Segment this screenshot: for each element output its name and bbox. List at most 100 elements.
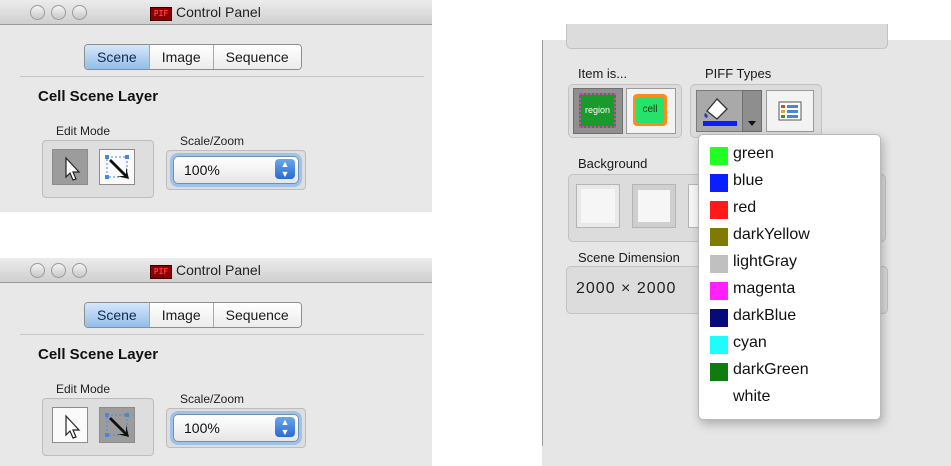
app-icon: PIF: [150, 265, 172, 279]
tab-scene[interactable]: Scene: [85, 45, 150, 69]
menu-item-label: lightGray: [733, 253, 798, 270]
scale-zoom-label: Scale/Zoom: [180, 392, 245, 406]
scale-zoom-group: 100% ▲ ▼: [166, 408, 306, 448]
divider: [20, 76, 424, 77]
title-bar: PIF Control Panel: [0, 258, 432, 283]
tab-image[interactable]: Image: [149, 303, 214, 327]
pointer-arrow-icon: [65, 414, 81, 439]
menu-item-dark-green[interactable]: darkGreen: [699, 357, 880, 384]
piff-color-menu: green blue red darkYellow lightGray mage…: [698, 134, 881, 420]
menu-item-blue[interactable]: blue: [699, 168, 880, 195]
region-icon: region: [579, 93, 616, 128]
divider: [20, 334, 424, 335]
tab-bar: Scene Image Sequence: [84, 302, 302, 328]
select-tool-button[interactable]: [52, 149, 88, 185]
app-icon: PIF: [150, 7, 172, 21]
menu-item-magenta[interactable]: magenta: [699, 276, 880, 303]
edit-mode-group: [42, 398, 154, 456]
window-title: Control Panel: [176, 4, 261, 20]
scene-dimensions-label: Scene Dimension: [578, 250, 680, 265]
scene-dimensions-value: 2000 × 2000: [576, 280, 677, 297]
top-group-box: [566, 24, 888, 49]
layer-title: Cell Scene Layer: [38, 346, 159, 363]
tab-image[interactable]: Image: [149, 45, 214, 69]
menu-item-green[interactable]: green: [699, 141, 880, 168]
stepper-arrows-icon[interactable]: ▲ ▼: [275, 417, 295, 437]
color-swatch: [710, 228, 728, 246]
cell-icon: cell: [633, 94, 667, 126]
background-label: Background: [578, 156, 648, 171]
close-window-button[interactable]: [30, 5, 45, 20]
window-title: Control Panel: [176, 262, 261, 278]
scale-zoom-select[interactable]: 100% ▲ ▼: [173, 156, 299, 184]
color-swatch: [710, 147, 728, 165]
title-bar: PIF Control Panel: [0, 0, 432, 25]
menu-item-white[interactable]: white: [699, 384, 880, 411]
resize-arrow-icon: [105, 155, 129, 179]
table-list-icon: [778, 101, 802, 121]
resize-tool-button[interactable]: [99, 149, 135, 185]
minimize-window-button[interactable]: [51, 5, 66, 20]
background-option-1[interactable]: [576, 184, 620, 228]
cell-icon-label: cell: [642, 104, 658, 115]
dropdown-arrow-icon: [748, 121, 756, 126]
menu-item-label: green: [733, 145, 774, 162]
tab-sequence[interactable]: Sequence: [213, 45, 301, 69]
resize-tool-button[interactable]: [99, 407, 135, 443]
paint-bucket-icon: [703, 98, 737, 126]
color-swatch: [710, 174, 728, 192]
piff-list-button[interactable]: [766, 90, 814, 132]
color-swatch: [710, 363, 728, 381]
layer-title: Cell Scene Layer: [38, 88, 159, 105]
scale-zoom-select[interactable]: 100% ▲ ▼: [173, 414, 299, 442]
edit-mode-label: Edit Mode: [56, 382, 111, 396]
menu-item-red[interactable]: red: [699, 195, 880, 222]
stepper-arrows-icon[interactable]: ▲ ▼: [275, 159, 295, 179]
tab-scene[interactable]: Scene: [85, 303, 150, 327]
menu-item-label: blue: [733, 172, 764, 189]
pointer-arrow-icon: [65, 156, 81, 181]
color-swatch: [710, 390, 728, 408]
item-is-label: Item is...: [578, 66, 628, 81]
menu-item-light-gray[interactable]: lightGray: [699, 249, 880, 276]
color-swatch: [710, 309, 728, 327]
minimize-window-button[interactable]: [51, 263, 66, 278]
background-option-2[interactable]: [632, 184, 676, 228]
control-panel-window-2: PIF Control Panel Scene Image Sequence C…: [0, 258, 432, 466]
cell-item-button[interactable]: cell: [626, 88, 676, 134]
zoom-window-button[interactable]: [72, 5, 87, 20]
menu-item-label: white: [733, 388, 771, 405]
panel-border: [542, 40, 543, 446]
menu-item-label: cyan: [733, 334, 767, 351]
zoom-window-button[interactable]: [72, 263, 87, 278]
edit-mode-label: Edit Mode: [56, 124, 111, 138]
color-swatch: [710, 255, 728, 273]
piff-dropdown-toggle[interactable]: [742, 90, 762, 132]
menu-item-label: darkGreen: [733, 361, 809, 378]
scale-zoom-group: 100% ▲ ▼: [166, 150, 306, 190]
select-tool-button[interactable]: [52, 407, 88, 443]
menu-item-cyan[interactable]: cyan: [699, 330, 880, 357]
scale-zoom-value: 100%: [184, 420, 220, 436]
control-panel-window-1: PIF Control Panel Scene Image Sequence C…: [0, 0, 432, 212]
close-window-button[interactable]: [30, 263, 45, 278]
tab-bar: Scene Image Sequence: [84, 44, 302, 70]
menu-item-dark-blue[interactable]: darkBlue: [699, 303, 880, 330]
piff-color-button[interactable]: [696, 90, 744, 132]
menu-item-dark-yellow[interactable]: darkYellow: [699, 222, 880, 249]
resize-arrow-icon: [105, 413, 129, 437]
edit-mode-group: [42, 140, 154, 198]
color-swatch: [710, 282, 728, 300]
menu-item-label: magenta: [733, 280, 796, 297]
color-swatch: [710, 336, 728, 354]
scale-zoom-label: Scale/Zoom: [180, 134, 245, 148]
scale-zoom-value: 100%: [184, 162, 220, 178]
region-item-button[interactable]: region: [573, 88, 623, 134]
tab-sequence[interactable]: Sequence: [213, 303, 301, 327]
region-icon-label: region: [584, 105, 611, 115]
menu-item-label: darkYellow: [733, 226, 810, 243]
cell-icon-inner: cell: [636, 97, 664, 123]
menu-item-label: red: [733, 199, 757, 216]
piff-types-label: PIFF Types: [705, 66, 772, 81]
color-swatch: [710, 201, 728, 219]
